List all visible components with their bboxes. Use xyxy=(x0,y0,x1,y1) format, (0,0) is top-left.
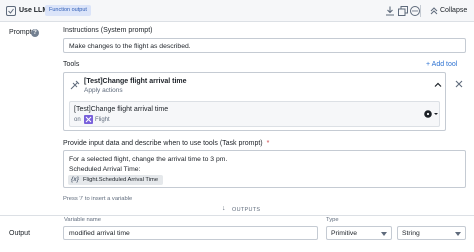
header-separator xyxy=(420,5,421,17)
function-output-badge: Function output xyxy=(45,5,91,16)
llm-icon xyxy=(6,6,16,16)
instructions-value: Make changes to the flight as described. xyxy=(69,43,191,50)
tool-action-title: [Test]Change flight arrival time xyxy=(74,106,169,113)
chevron-up-icon[interactable] xyxy=(434,81,442,89)
action-icon xyxy=(70,80,80,90)
panel-title: Use LLM xyxy=(19,7,49,14)
tool-action-row[interactable]: [Test]Change flight arrival time on Flig… xyxy=(69,101,440,127)
help-icon[interactable]: ? xyxy=(31,29,39,37)
task-prompt-label: Provide input data and describe when to … xyxy=(63,139,269,149)
tools-label: Tools xyxy=(63,61,80,68)
insert-variable-hint: Press '/' to insert a variable xyxy=(63,196,133,202)
tool-card-header[interactable]: [Test]Change flight arrival time Apply a… xyxy=(64,73,445,99)
prompt-section-label: Prompt xyxy=(9,29,32,36)
type-label: Type xyxy=(326,217,339,223)
task-line-2: Scheduled Arrival Time: xyxy=(69,166,141,173)
variable-name-label: Variable name xyxy=(64,217,101,223)
flight-object-icon xyxy=(84,115,93,124)
object-type-name: Flight xyxy=(95,117,110,123)
tool-subtitle: Apply actions xyxy=(84,87,123,94)
panel-header: Use LLM Function output Collapse xyxy=(0,0,474,22)
instructions-label: Instructions (System prompt) xyxy=(63,27,153,34)
remove-tool-icon[interactable] xyxy=(455,80,463,88)
variable-name: Flight.Scheduled Arrival Time xyxy=(83,177,159,183)
instructions-field[interactable]: Make changes to the flight as described. xyxy=(63,38,466,53)
variable-chip[interactable]: {x} Flight.Scheduled Arrival Time xyxy=(68,175,163,185)
action-menu-icon[interactable] xyxy=(423,109,439,119)
task-prompt-label-text: Provide input data and describe when to … xyxy=(63,140,263,147)
arrow-down-icon: ↓ xyxy=(222,205,226,212)
collapse-label: Collapse xyxy=(440,7,468,14)
tool-card: [Test]Change flight arrival time Apply a… xyxy=(63,72,446,131)
output-section-label: Output xyxy=(9,230,31,237)
subtype-select-value: String xyxy=(402,230,420,237)
required-mark: * xyxy=(266,140,270,147)
type-select-value: Primitive xyxy=(331,230,358,237)
add-tool-button[interactable]: + Add tool xyxy=(426,60,457,70)
chevron-double-up-icon xyxy=(430,7,438,15)
copy-icon[interactable] xyxy=(397,5,409,17)
task-line-1: For a selected flight, change the arriva… xyxy=(69,156,228,163)
tool-title: [Test]Change flight arrival time xyxy=(84,78,187,85)
type-select[interactable]: Primitive xyxy=(326,226,392,240)
variable-icon: {x} xyxy=(71,177,80,183)
on-label: on xyxy=(74,117,81,123)
download-icon[interactable] xyxy=(384,5,396,17)
output-variable-name-value: modified arrival time xyxy=(69,230,130,237)
caret-down-icon xyxy=(381,232,387,236)
task-prompt-field[interactable]: For a selected flight, change the arriva… xyxy=(63,150,466,188)
caret-down-icon xyxy=(455,232,461,236)
output-variable-name-input[interactable]: modified arrival time xyxy=(63,226,318,240)
subtype-select[interactable]: String xyxy=(397,226,466,240)
outputs-label: OUTPUTS xyxy=(232,207,261,213)
